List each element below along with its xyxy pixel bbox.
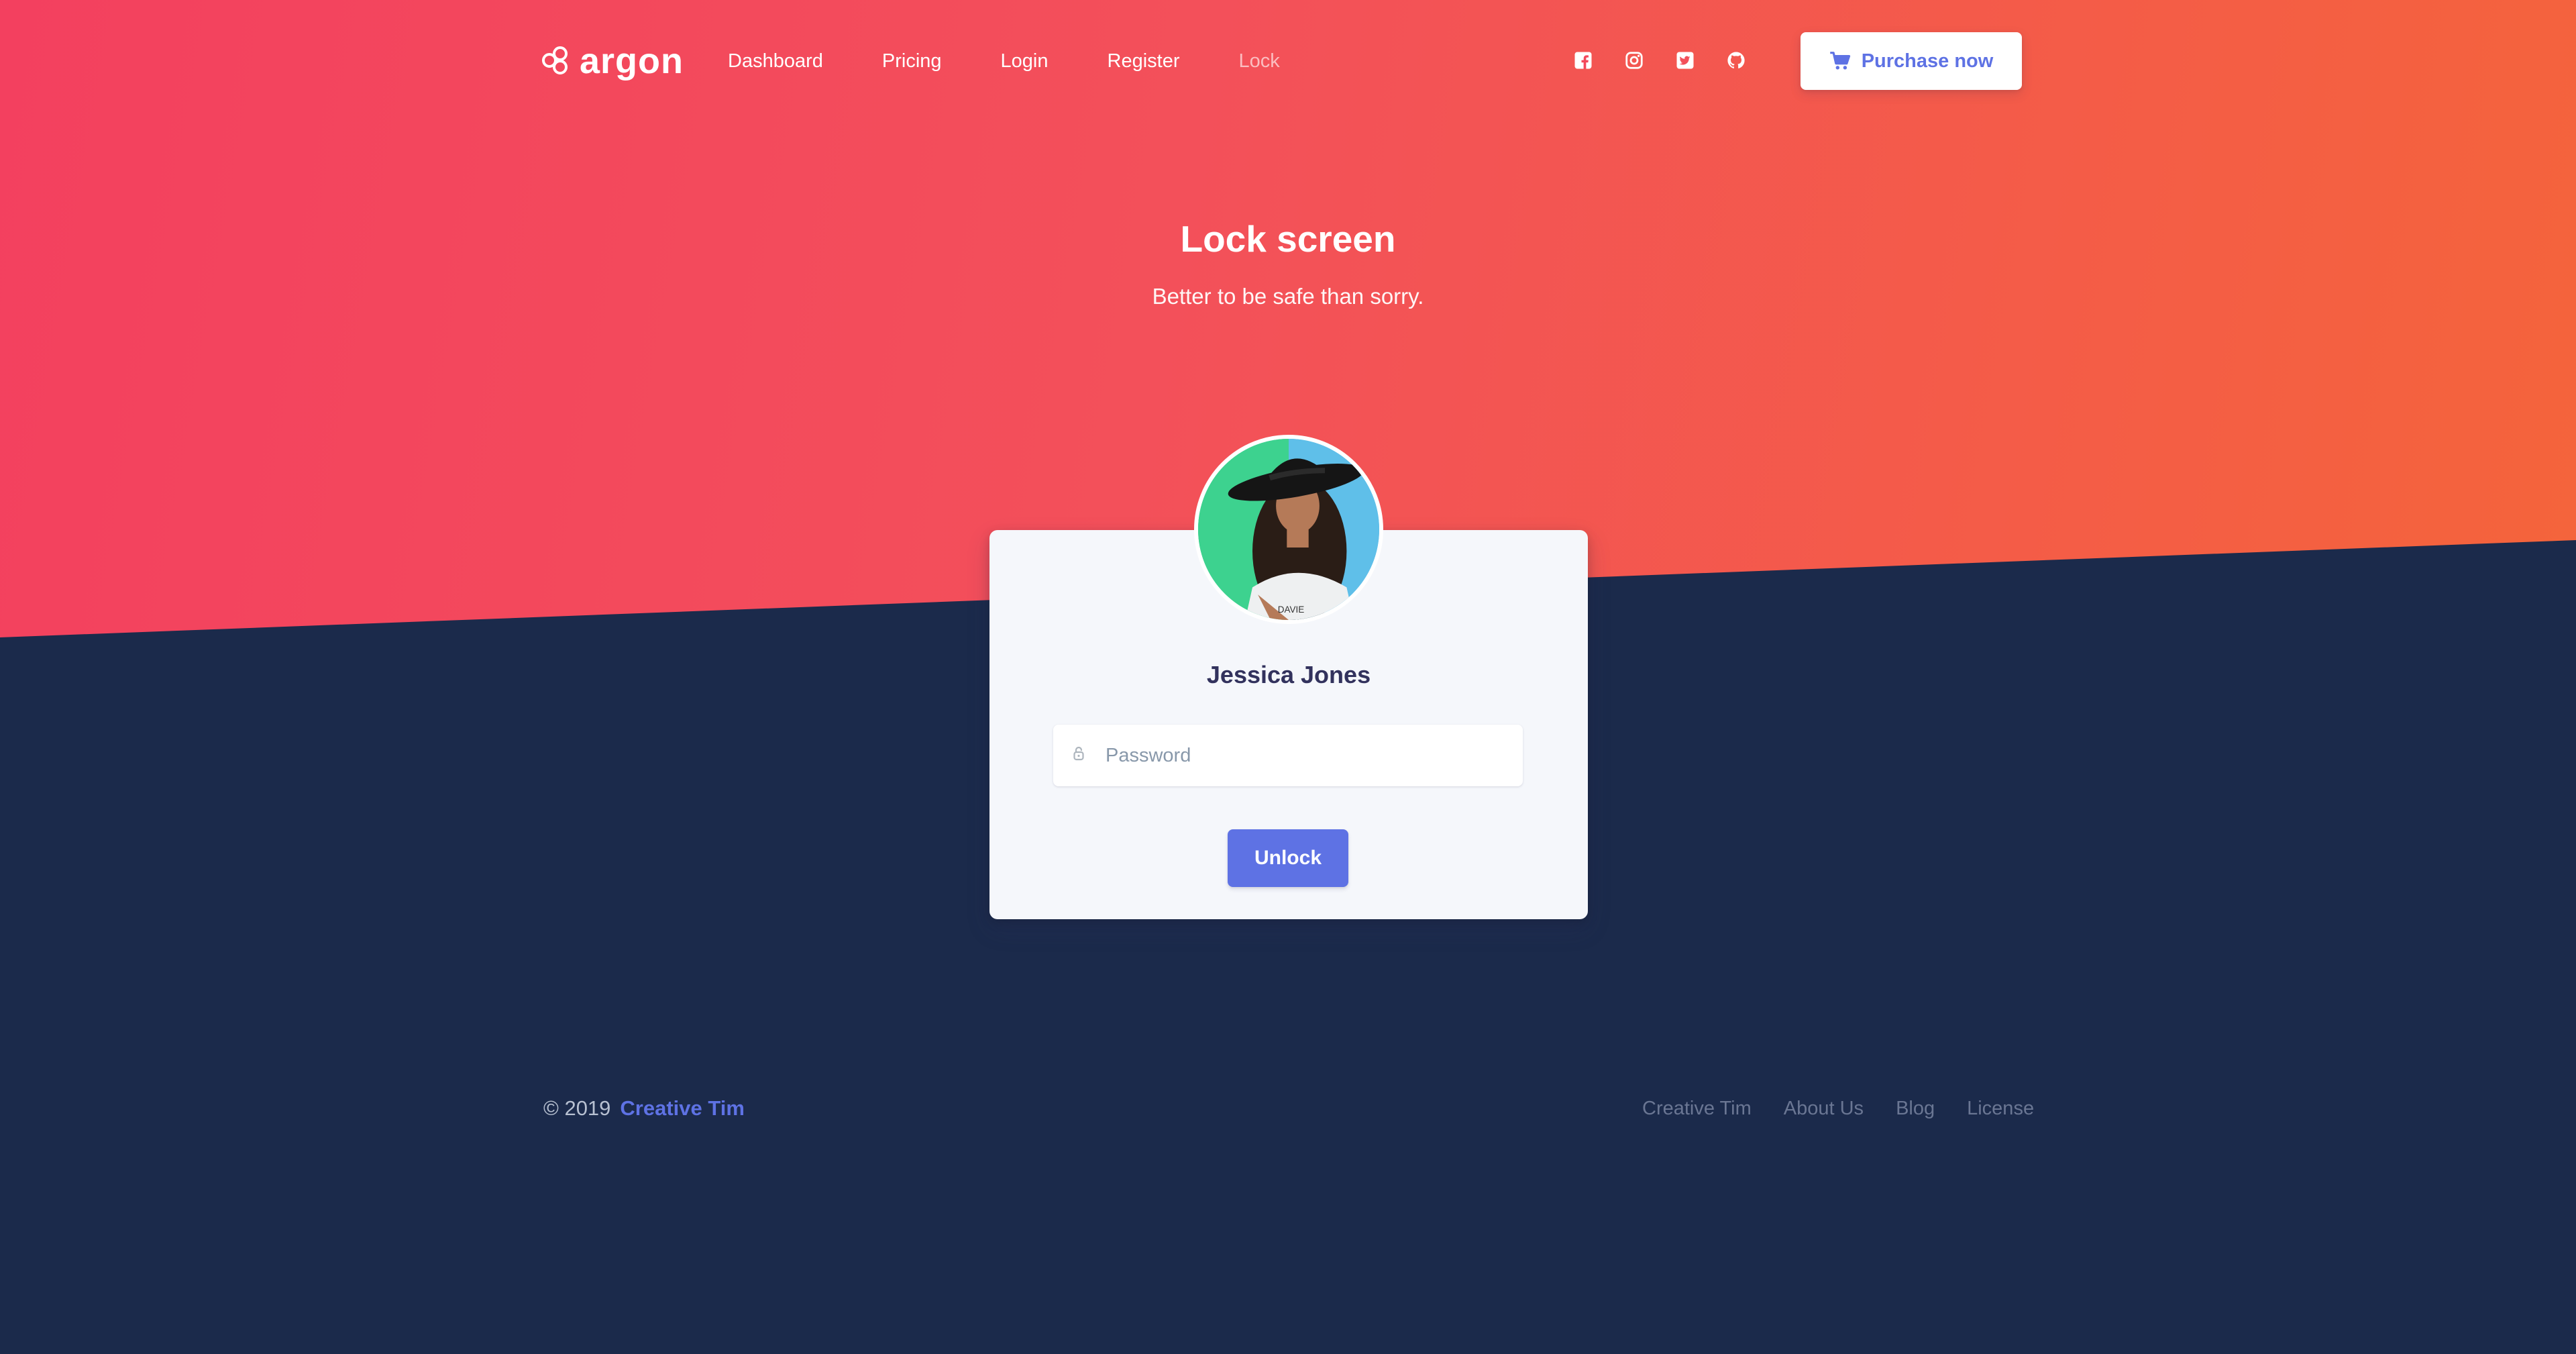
footer-company-link[interactable]: Creative Tim [620, 1096, 745, 1120]
footer-link-license[interactable]: License [1967, 1094, 2034, 1123]
lock-icon [1072, 745, 1091, 766]
nav-menu: Dashboard Pricing Login Register Lock [728, 47, 1339, 75]
brand-link[interactable]: argon [542, 39, 684, 83]
instagram-icon[interactable] [1622, 48, 1646, 72]
facebook-icon[interactable] [1571, 48, 1595, 72]
nav-item-pricing[interactable]: Pricing [882, 47, 942, 75]
password-field[interactable] [1053, 725, 1523, 786]
page-title: Lock screen [1180, 218, 1396, 260]
lock-page: argon Dashboard Pricing Login Register L… [0, 0, 2576, 1354]
nav-item-register[interactable]: Register [1108, 47, 1180, 75]
github-icon[interactable] [1724, 48, 1748, 72]
purchase-now-button[interactable]: Purchase now [1801, 32, 2022, 90]
footer-link-creative-tim[interactable]: Creative Tim [1642, 1094, 1752, 1123]
nav-item-login[interactable]: Login [1001, 47, 1049, 75]
user-name: Jessica Jones [1206, 661, 1371, 688]
footer-link-about-us[interactable]: About Us [1784, 1094, 1864, 1123]
top-navbar: argon Dashboard Pricing Login Register L… [0, 0, 2576, 121]
footer-nav: Creative Tim About Us Blog License [1642, 1094, 2066, 1123]
svg-text:DAVIE: DAVIE [1278, 605, 1305, 615]
cart-icon [1829, 52, 1850, 70]
twitter-icon[interactable] [1673, 48, 1697, 72]
nav-item-dashboard[interactable]: Dashboard [728, 47, 823, 75]
footer-link-blog[interactable]: Blog [1896, 1094, 1935, 1123]
brand-name: argon [580, 41, 684, 81]
argon-logo-icon [542, 46, 572, 76]
user-avatar: DAVIE [1194, 435, 1383, 624]
page-subtitle: Better to be safe than sorry. [1152, 284, 1424, 309]
footer-copyright: © 2019 Creative Tim [543, 1094, 745, 1123]
nav-item-lock[interactable]: Lock [1239, 47, 1280, 75]
password-input[interactable] [1106, 744, 1508, 767]
purchase-now-label: Purchase now [1861, 50, 1994, 72]
copyright-text: © 2019 [543, 1096, 611, 1120]
unlock-button[interactable]: Unlock [1228, 829, 1348, 887]
social-links [1571, 48, 1775, 72]
